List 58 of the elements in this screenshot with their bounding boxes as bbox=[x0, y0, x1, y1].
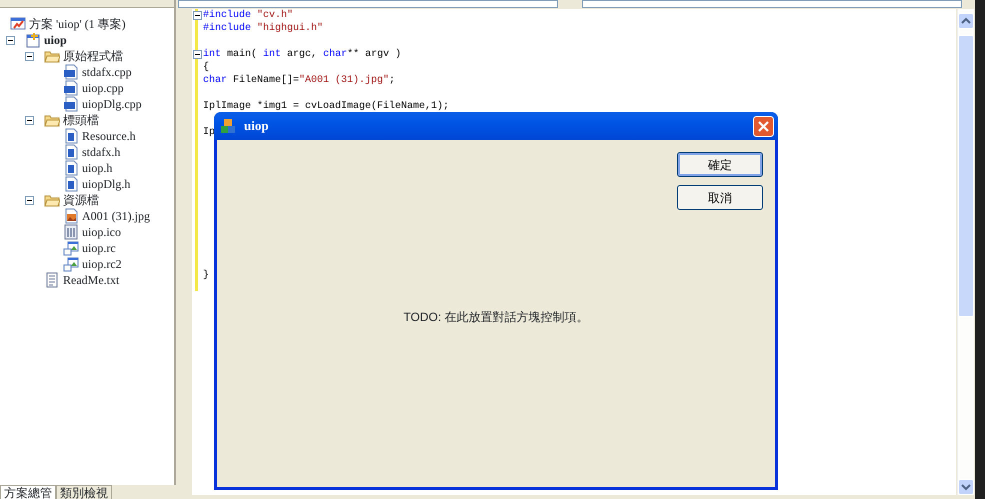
dialog-button[interactable]: 確定 bbox=[677, 152, 763, 177]
expander-icon[interactable] bbox=[25, 116, 34, 124]
cpp-file-icon bbox=[63, 96, 79, 112]
file-item[interactable]: uiopDlg.cpp bbox=[82, 96, 142, 112]
file-item[interactable]: uiop.rc bbox=[82, 240, 116, 256]
collapse-icon[interactable] bbox=[193, 11, 202, 20]
expander-icon[interactable] bbox=[25, 52, 34, 60]
image-file-icon bbox=[63, 208, 79, 224]
project-item[interactable]: uiop bbox=[44, 32, 67, 48]
scroll-up-icon[interactable] bbox=[958, 12, 974, 29]
collapse-icon[interactable] bbox=[193, 50, 202, 59]
dropdown-field[interactable] bbox=[178, 0, 558, 8]
header-file-icon bbox=[63, 144, 79, 160]
folder-item[interactable]: 標頭檔 bbox=[63, 112, 99, 128]
file-item[interactable]: Resource.h bbox=[82, 128, 136, 144]
app-icon bbox=[220, 118, 236, 134]
panel-tab[interactable]: 類別檢視 bbox=[56, 485, 112, 499]
text-file-icon bbox=[44, 272, 60, 288]
cpp-file-icon bbox=[63, 80, 79, 96]
expander-icon[interactable] bbox=[6, 36, 15, 44]
code-line: #include "highgui.h" bbox=[203, 23, 324, 34]
expander-icon[interactable] bbox=[25, 196, 34, 204]
file-item[interactable]: stdafx.h bbox=[82, 144, 120, 160]
code-line: Ip bbox=[203, 127, 216, 138]
file-item[interactable]: uiop.ico bbox=[82, 224, 121, 240]
code-line: int main( int argc, char** argv ) bbox=[203, 49, 402, 60]
close-icon[interactable] bbox=[753, 116, 774, 136]
header-file-icon bbox=[63, 160, 79, 176]
solution-item[interactable]: 方案 'uiop' (1 專案) bbox=[29, 16, 126, 32]
dialog-message: TODO: 在此放置對話方塊控制項。 bbox=[403, 310, 589, 324]
solution-icon bbox=[10, 16, 26, 32]
scroll-down-icon[interactable] bbox=[958, 479, 974, 495]
dialog-button[interactable]: 取消 bbox=[677, 185, 763, 210]
file-item[interactable]: stdafx.cpp bbox=[82, 64, 132, 80]
dropdown-field[interactable] bbox=[582, 0, 962, 8]
code-line: #include "cv.h" bbox=[203, 10, 294, 21]
scrollbar-thumb[interactable] bbox=[958, 35, 974, 317]
code-line: char FileName[]="A001 (31).jpg"; bbox=[203, 75, 396, 86]
dialog-title: uiop bbox=[244, 117, 270, 136]
resource-file-icon bbox=[63, 256, 79, 272]
folder-item[interactable]: 原始程式檔 bbox=[63, 48, 123, 64]
cpp-file-icon bbox=[63, 64, 79, 80]
file-item[interactable]: ReadMe.txt bbox=[63, 272, 120, 288]
file-item[interactable]: uiopDlg.h bbox=[82, 176, 130, 192]
header-file-icon bbox=[63, 176, 79, 192]
header-file-icon bbox=[63, 128, 79, 144]
file-item[interactable]: uiop.rc2 bbox=[82, 256, 122, 272]
folder-item[interactable]: 資源檔 bbox=[63, 192, 99, 208]
file-item[interactable]: uiop.cpp bbox=[82, 80, 124, 96]
code-line: { bbox=[203, 62, 210, 73]
code-line: } bbox=[203, 270, 210, 281]
code-line: IplImage *img1 = cvLoadImage(FileName,1); bbox=[203, 101, 450, 112]
panel-tab[interactable]: 方案總管 bbox=[0, 485, 56, 499]
file-item[interactable]: A001 (31).jpg bbox=[82, 208, 150, 224]
project-icon bbox=[25, 32, 41, 48]
resource-file-icon bbox=[63, 240, 79, 256]
file-item[interactable]: uiop.h bbox=[82, 160, 112, 176]
icon-file-icon bbox=[63, 224, 79, 240]
